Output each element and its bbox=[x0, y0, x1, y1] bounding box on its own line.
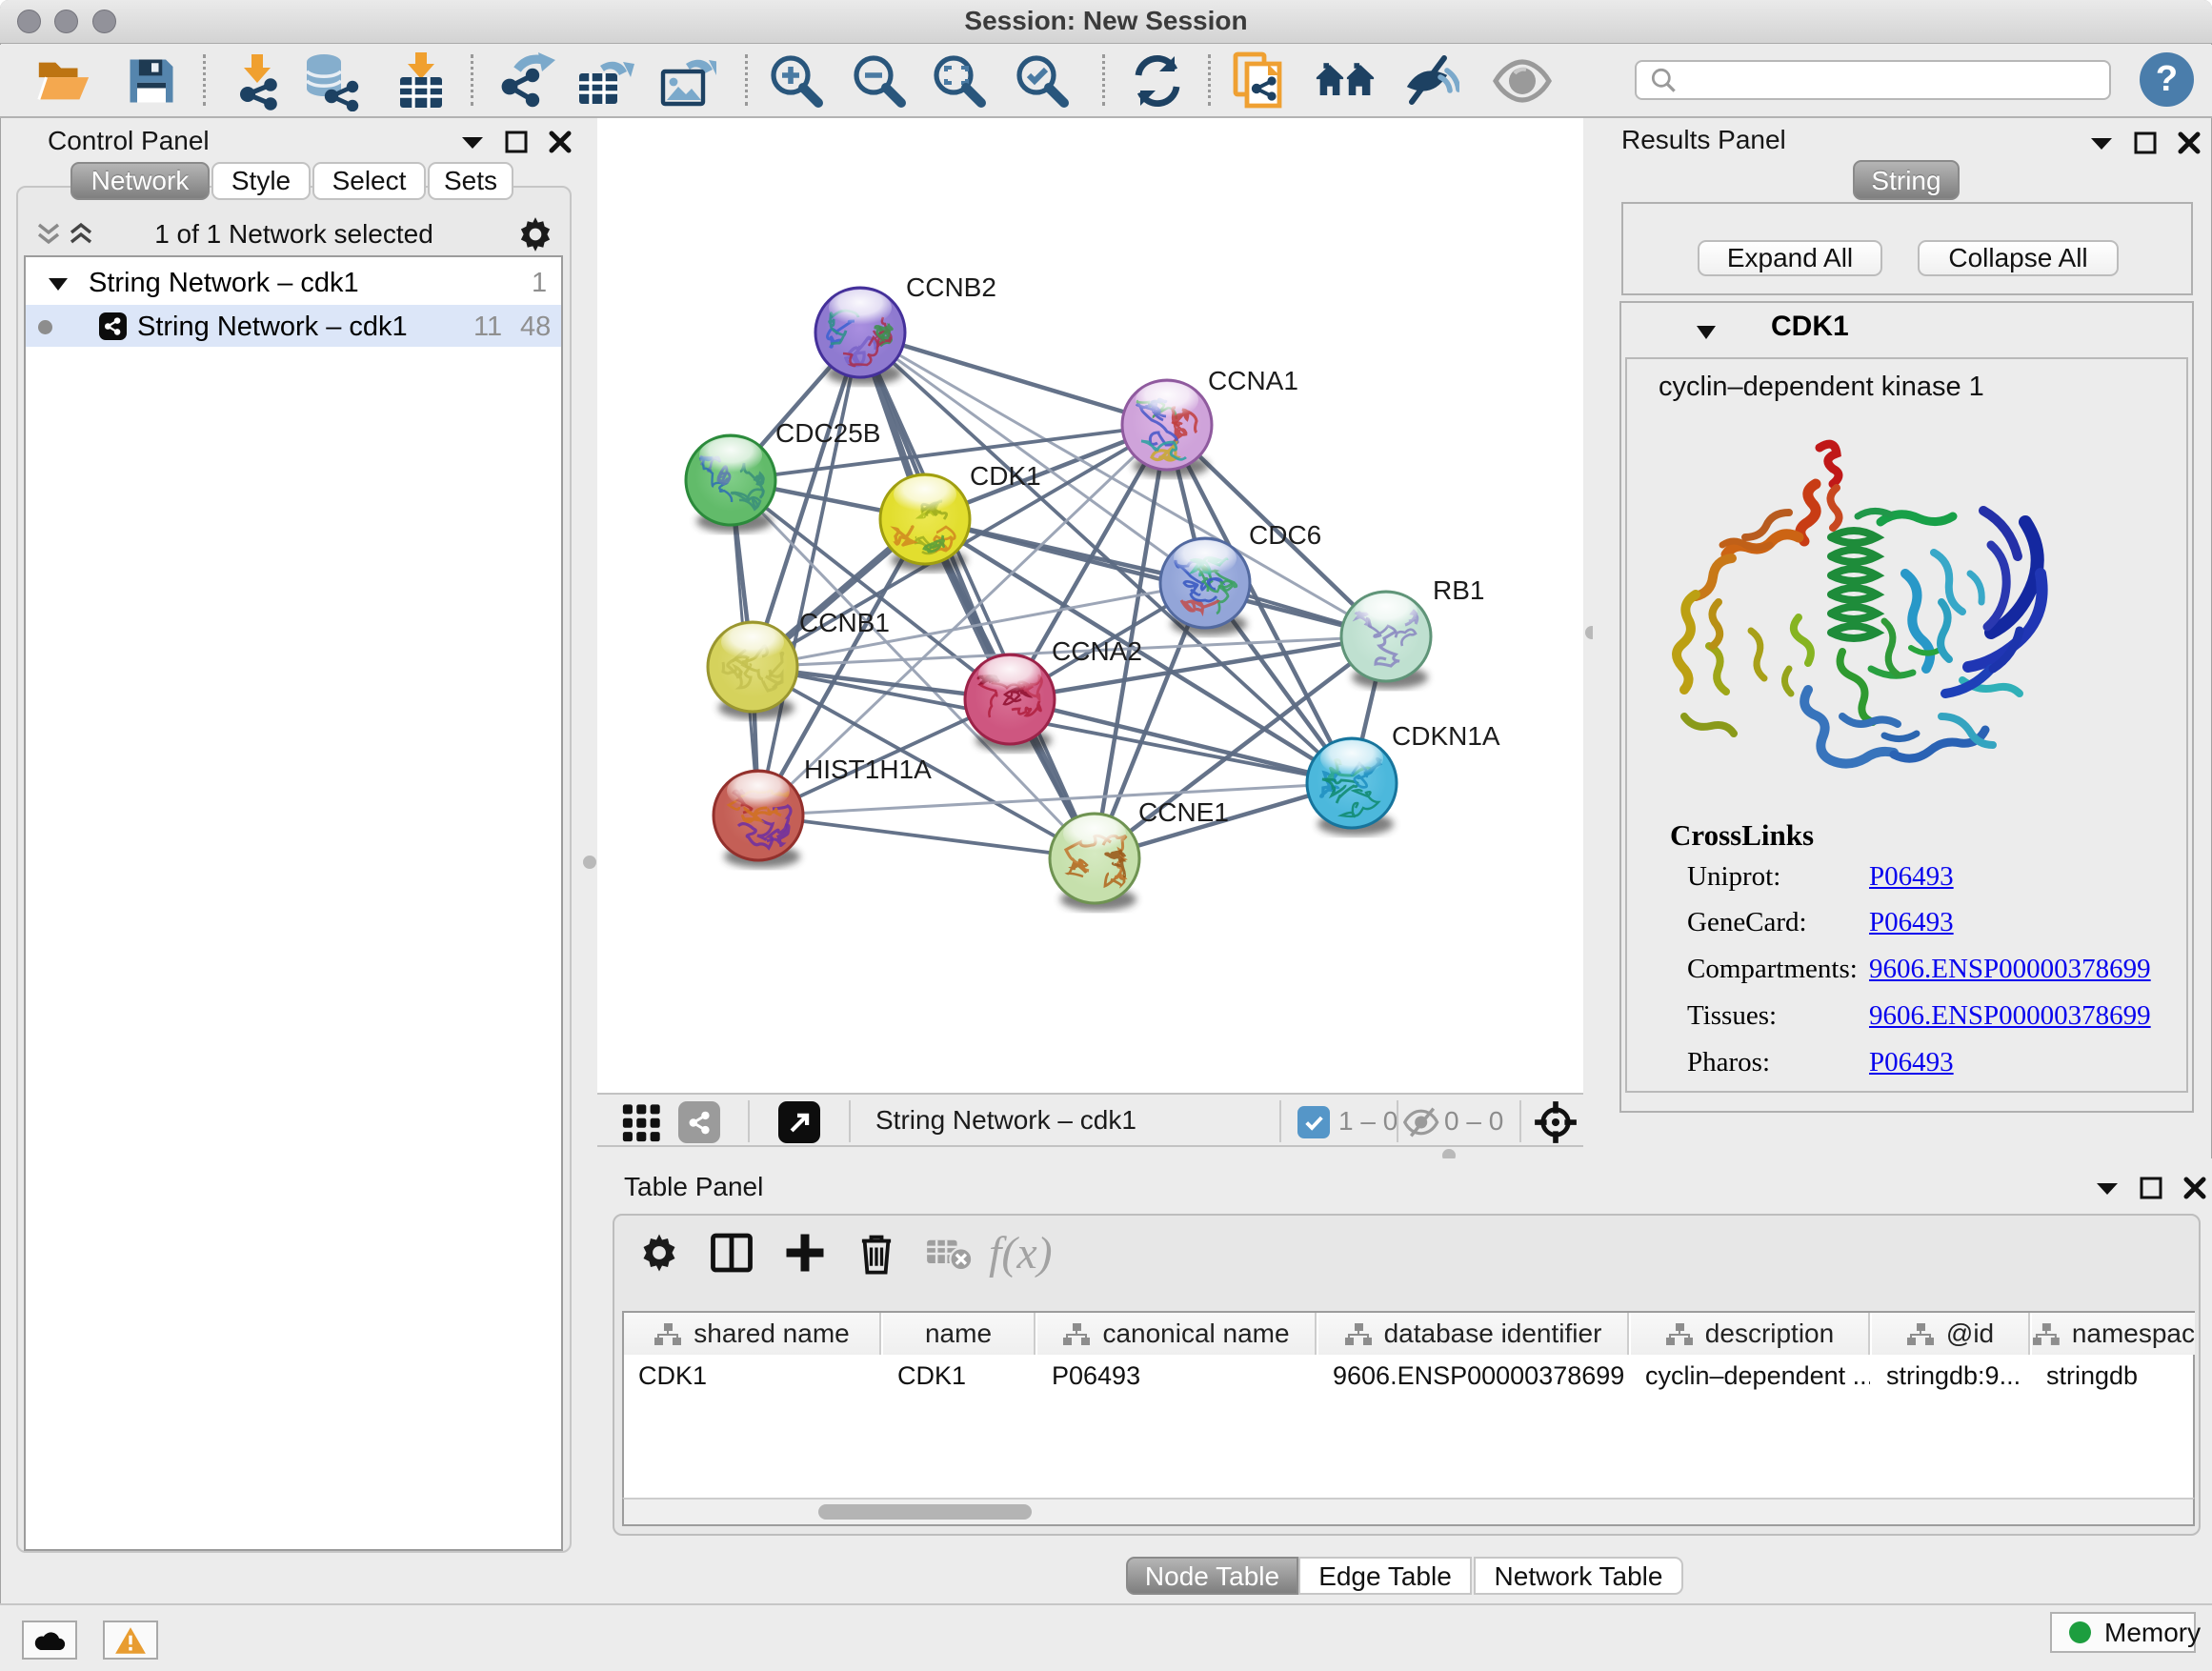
svg-text:RB1: RB1 bbox=[1433, 575, 1484, 605]
svg-text:CDC25B: CDC25B bbox=[775, 418, 880, 448]
svg-text:CDC6: CDC6 bbox=[1249, 520, 1321, 550]
svg-text:CCNA2: CCNA2 bbox=[1052, 636, 1142, 666]
svg-text:HIST1H1A: HIST1H1A bbox=[804, 755, 932, 784]
svg-text:CCNB1: CCNB1 bbox=[799, 608, 890, 637]
svg-text:CDKN1A: CDKN1A bbox=[1392, 721, 1500, 751]
svg-text:CCNE1: CCNE1 bbox=[1138, 797, 1229, 827]
svg-text:CCNA1: CCNA1 bbox=[1208, 366, 1298, 395]
svg-text:CCNB2: CCNB2 bbox=[906, 272, 996, 302]
svg-text:CDK1: CDK1 bbox=[970, 461, 1041, 491]
